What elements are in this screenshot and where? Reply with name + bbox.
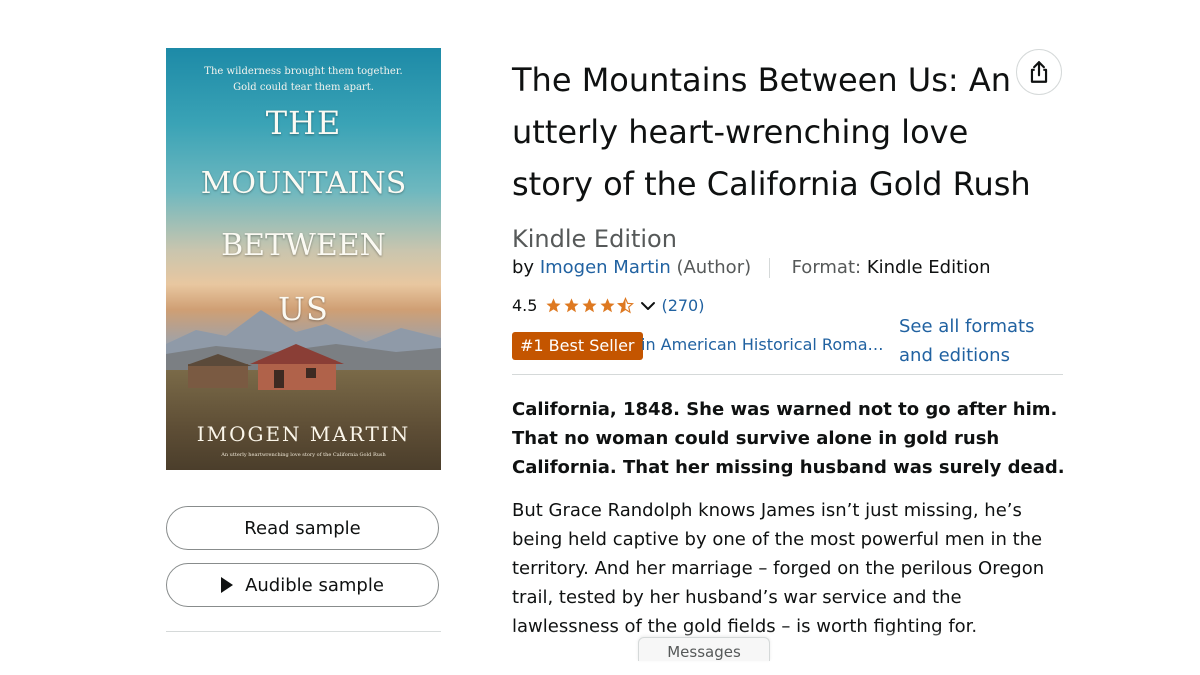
messages-tab[interactable]: Messages — [638, 637, 770, 661]
play-icon — [221, 577, 234, 593]
see-all-formats-link[interactable]: See all formats and editions — [899, 312, 1069, 370]
product-edition: Kindle Edition — [512, 225, 677, 253]
read-sample-button[interactable]: Read sample — [166, 506, 439, 550]
product-title-text: The Mountains Between Us: An utterly hea… — [512, 61, 1031, 203]
best-seller-category-link[interactable]: in American Historical Roma… — [641, 335, 885, 354]
chevron-down-icon[interactable] — [639, 297, 657, 315]
cover-subtitle: An utterly heartwrenching love story of … — [221, 452, 386, 458]
cover-cabin-art — [188, 344, 344, 390]
cover-tagline-line-1: The wilderness brought them together. — [204, 66, 403, 77]
description-lead: California, 1848. She was warned not to … — [512, 399, 1065, 478]
cover-tagline: The wilderness brought them together. Go… — [166, 64, 441, 96]
byline-by: by — [512, 257, 535, 278]
review-count-link[interactable]: (270) — [661, 296, 704, 315]
read-sample-label: Read sample — [244, 517, 361, 539]
book-cover-image[interactable]: The wilderness brought them together. Go… — [166, 48, 441, 470]
product-title: The Mountains Between Us: An utterly hea… — [512, 54, 1052, 265]
description-fade-overlay — [190, 630, 1080, 654]
share-icon — [1030, 61, 1048, 83]
star-full-icon — [546, 298, 562, 313]
cover-title-line-2: MOUNTAINS — [200, 166, 407, 201]
byline: by Imogen Martin (Author) Format: Kindle… — [512, 257, 991, 278]
best-seller-badge[interactable]: #1 Best Seller — [512, 332, 643, 360]
format-value: Kindle Edition — [866, 257, 991, 278]
description-body: But Grace Randolph knows James isn’t jus… — [512, 500, 1045, 637]
star-full-icon — [564, 298, 580, 313]
byline-separator — [768, 258, 770, 278]
star-full-icon — [582, 298, 598, 313]
rating-row: 4.5 (270) — [512, 296, 704, 315]
audible-sample-label: Audible sample — [245, 574, 384, 596]
star-half-icon — [617, 297, 635, 314]
right-divider — [512, 374, 1063, 375]
cover-title-line-1: THE — [265, 104, 342, 142]
cover-title-line-3: BETWEEN — [221, 228, 386, 263]
cover-tagline-line-2: Gold could tear them apart. — [233, 82, 374, 93]
star-rating[interactable] — [545, 297, 635, 314]
star-full-icon — [600, 298, 616, 313]
author-link[interactable]: Imogen Martin — [540, 257, 671, 278]
rating-value: 4.5 — [512, 296, 538, 315]
cover-author: IMOGEN MARTIN — [196, 422, 411, 446]
format-label: Format: — [791, 257, 862, 278]
author-role: (Author) — [676, 257, 752, 278]
audible-sample-button[interactable]: Audible sample — [166, 563, 439, 607]
share-button[interactable] — [1016, 49, 1062, 95]
